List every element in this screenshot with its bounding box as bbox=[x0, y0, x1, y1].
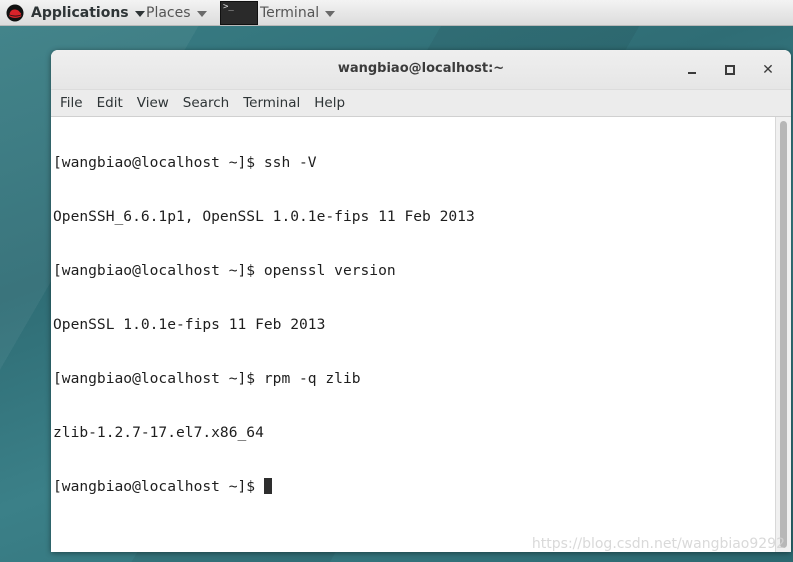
places-menu[interactable]: Places bbox=[146, 0, 207, 26]
chevron-down-icon bbox=[134, 11, 145, 17]
chevron-down-icon bbox=[196, 11, 207, 17]
terminal-app-label: Terminal bbox=[260, 5, 320, 21]
terminal-output[interactable]: [wangbiao@localhost ~]$ ssh -V OpenSSH_6… bbox=[51, 117, 775, 552]
maximize-button[interactable] bbox=[721, 61, 739, 79]
menu-view[interactable]: View bbox=[130, 95, 176, 111]
menu-terminal[interactable]: Terminal bbox=[236, 95, 307, 111]
menu-file[interactable]: File bbox=[53, 95, 90, 111]
terminal-prompt: [wangbiao@localhost ~]$ bbox=[53, 478, 264, 495]
terminal-line: OpenSSL 1.0.1e-fips 11 Feb 2013 bbox=[53, 316, 326, 333]
terminal-line: [wangbiao@localhost ~]$ openssl version bbox=[53, 262, 396, 279]
close-button[interactable]: ✕ bbox=[759, 61, 777, 79]
menu-bar: File Edit View Search Terminal Help bbox=[51, 90, 791, 117]
top-panel: Applications Places >_ Terminal bbox=[0, 0, 793, 26]
maximize-icon bbox=[725, 65, 735, 75]
terminal-app-menu[interactable]: >_ Terminal bbox=[220, 0, 336, 26]
terminal-line: [wangbiao@localhost ~]$ ssh -V bbox=[53, 154, 317, 171]
minimize-icon bbox=[688, 71, 696, 74]
terminal-prompt-line: [wangbiao@localhost ~]$ bbox=[53, 478, 475, 496]
terminal-text: [wangbiao@localhost ~]$ ssh -V OpenSSH_6… bbox=[53, 118, 475, 532]
places-label: Places bbox=[146, 5, 191, 21]
vertical-scrollbar[interactable] bbox=[775, 117, 791, 552]
chevron-down-icon bbox=[325, 11, 336, 17]
minimize-button[interactable] bbox=[683, 61, 701, 79]
scrollbar-thumb[interactable] bbox=[780, 121, 787, 548]
terminal-icon: >_ bbox=[220, 1, 258, 25]
menu-help[interactable]: Help bbox=[307, 95, 352, 111]
redhat-icon bbox=[6, 4, 24, 22]
window-title: wangbiao@localhost:~ bbox=[337, 61, 505, 76]
terminal-window: wangbiao@localhost:~ ✕ File Edit View Se… bbox=[51, 50, 791, 552]
menu-edit[interactable]: Edit bbox=[90, 95, 130, 111]
watermark: https://blog.csdn.net/wangbiao9292 bbox=[531, 536, 785, 552]
close-icon: ✕ bbox=[762, 62, 774, 78]
terminal-line: OpenSSH_6.6.1p1, OpenSSL 1.0.1e-fips 11 … bbox=[53, 208, 475, 225]
window-titlebar[interactable]: wangbiao@localhost:~ ✕ bbox=[51, 50, 791, 90]
applications-label: Applications bbox=[31, 5, 129, 21]
terminal-line: [wangbiao@localhost ~]$ rpm -q zlib bbox=[53, 370, 361, 387]
terminal-line: zlib-1.2.7-17.el7.x86_64 bbox=[53, 424, 264, 441]
text-cursor bbox=[263, 478, 272, 494]
applications-menu[interactable]: Applications bbox=[6, 0, 145, 26]
menu-search[interactable]: Search bbox=[176, 95, 236, 111]
